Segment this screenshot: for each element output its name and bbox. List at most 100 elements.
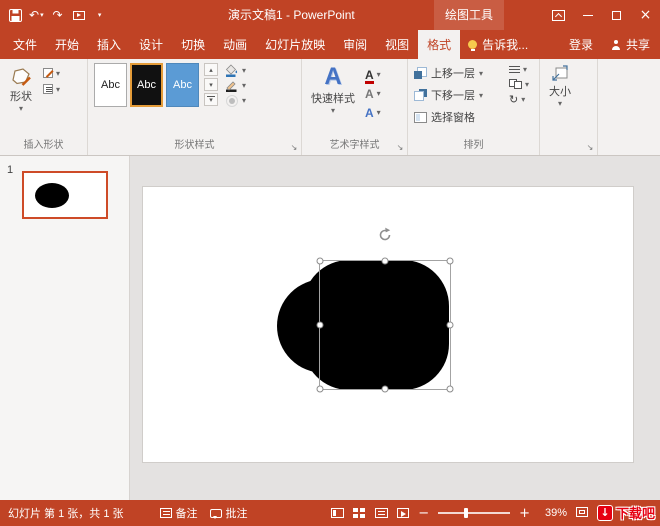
minimize-icon: [583, 15, 593, 16]
dialog-launcher-size[interactable]: ↘: [585, 143, 595, 153]
selection-pane-label: 选择窗格: [431, 109, 475, 125]
tell-me-box[interactable]: 告诉我...: [460, 30, 536, 59]
shape-style-option-black-selected[interactable]: Abc: [130, 63, 163, 107]
zoom-level[interactable]: 39%: [539, 507, 567, 519]
pencil-icon: [225, 79, 239, 93]
notes-label: 备注: [176, 505, 198, 521]
shape-fill-button[interactable]: ▾: [223, 64, 248, 77]
text-outline-button[interactable]: A▾: [363, 86, 383, 101]
paint-bucket-icon: [225, 64, 239, 78]
maximize-button[interactable]: [602, 0, 631, 30]
rotate-handle[interactable]: [377, 227, 393, 248]
gallery-down-button[interactable]: ▾: [204, 78, 218, 91]
wordart-quick-styles-button[interactable]: A 快速样式 ▾: [308, 63, 358, 139]
shape-style-option-blue[interactable]: Abc: [166, 63, 199, 107]
slideshow-icon: [73, 11, 85, 20]
resize-handle-bottom-left[interactable]: [317, 386, 324, 393]
tab-file[interactable]: 文件: [4, 30, 46, 59]
group-objects-button[interactable]: ▾: [507, 78, 531, 90]
size-content: 大小 ▾: [540, 59, 597, 139]
zoom-slider[interactable]: [438, 512, 510, 514]
text-fill-button[interactable]: A▾: [363, 67, 383, 82]
dialog-launcher-shape-styles[interactable]: ↘: [289, 143, 299, 153]
send-backward-button[interactable]: 下移一层▾: [414, 85, 502, 105]
chevron-down-icon: ▾: [56, 86, 60, 93]
zoom-in-button[interactable]: +: [519, 507, 530, 520]
chevron-down-icon: ▾: [523, 66, 527, 73]
dialog-launcher-wordart[interactable]: ↘: [395, 143, 405, 153]
slideshow-view-button[interactable]: [397, 508, 409, 518]
bring-forward-button[interactable]: 上移一层▾: [414, 63, 502, 83]
fit-slide-button[interactable]: [576, 507, 588, 520]
status-bar: 幻灯片 第 1 张，共 1 张 备注 批注 − + 39%: [0, 500, 660, 526]
chevron-down-icon: ▾: [479, 70, 483, 77]
lightbulb-icon: [468, 40, 477, 49]
selection-pane-button[interactable]: 选择窗格: [414, 107, 502, 127]
undo-icon: ↶: [29, 8, 39, 22]
notes-button[interactable]: 备注: [160, 505, 198, 521]
resize-handle-middle-left[interactable]: [317, 322, 324, 329]
size-label: 大小: [549, 83, 571, 99]
resize-handle-top-left[interactable]: [317, 258, 324, 265]
tab-animations[interactable]: 动画: [214, 30, 256, 59]
sign-in-button[interactable]: 登录: [561, 30, 601, 59]
resize-handle-bottom-right[interactable]: [447, 386, 454, 393]
tab-review[interactable]: 审阅: [334, 30, 376, 59]
resize-handle-bottom-middle[interactable]: [382, 386, 389, 393]
minimize-button[interactable]: [573, 0, 602, 30]
save-button[interactable]: [6, 4, 24, 26]
tab-insert[interactable]: 插入: [88, 30, 130, 59]
gallery-more-button[interactable]: ▾: [204, 93, 218, 106]
tab-design[interactable]: 设计: [130, 30, 172, 59]
reading-view-button[interactable]: [375, 508, 388, 518]
chevron-down-icon: ▾: [521, 96, 525, 103]
tab-format-active[interactable]: 格式: [418, 30, 460, 59]
resize-handle-middle-right[interactable]: [447, 322, 454, 329]
slide-number: 1: [7, 164, 13, 176]
slide[interactable]: [142, 186, 634, 463]
size-button[interactable]: 大小 ▾: [546, 63, 574, 139]
group-insert-shapes: 形状 ▾ ▾ ▾ 插入形状: [0, 59, 88, 155]
powerpoint-window: ↶▾ ↷ ▾ 演示文稿1 - PowerPoint 绘图工具 × 文件 开始 插…: [0, 0, 660, 526]
tab-view[interactable]: 视图: [376, 30, 418, 59]
selection-pane-icon: [414, 112, 427, 123]
ribbon-display-options-button[interactable]: [544, 0, 573, 30]
chevron-down-icon: ▾: [40, 12, 44, 18]
align-button[interactable]: ▾: [507, 64, 531, 75]
redo-button[interactable]: ↷: [49, 4, 67, 26]
shape-style-gallery: Abc Abc Abc: [94, 63, 199, 139]
ribbon-display-options-icon: [552, 10, 565, 21]
tabrow-spacer: [536, 30, 561, 59]
text-box-button[interactable]: ▾: [41, 83, 62, 95]
close-button[interactable]: ×: [631, 0, 660, 30]
resize-handle-top-right[interactable]: [447, 258, 454, 265]
resize-handle-top-middle[interactable]: [382, 258, 389, 265]
gallery-up-button[interactable]: ▴: [204, 63, 218, 76]
shapes-gallery-button[interactable]: 形状 ▾: [6, 63, 36, 139]
fit-slide-icon: [576, 507, 588, 517]
chevron-down-icon: ▾: [479, 92, 483, 99]
tab-home[interactable]: 开始: [46, 30, 88, 59]
rotate-button[interactable]: ↻▾: [507, 93, 531, 106]
text-effects-button[interactable]: A▾: [363, 105, 383, 120]
share-label: 共享: [626, 36, 650, 53]
slide-sorter-view-button[interactable]: [353, 508, 366, 519]
statusbar-right-cluster: − + 39%: [331, 507, 588, 520]
slide-thumbnail-1[interactable]: [22, 171, 108, 219]
chevron-down-icon: ▾: [558, 100, 562, 107]
shape-effects-button[interactable]: ▾: [223, 94, 248, 107]
zoom-slider-thumb[interactable]: [464, 508, 468, 518]
shape-outline-button[interactable]: ▾: [223, 79, 248, 92]
zoom-out-button[interactable]: −: [418, 507, 429, 520]
customize-qat-button[interactable]: ▾: [91, 4, 109, 26]
ribbon: 形状 ▾ ▾ ▾ 插入形状 Abc Abc Abc ▴ ▾: [0, 59, 660, 156]
start-slideshow-button[interactable]: [70, 4, 88, 26]
undo-button[interactable]: ↶▾: [27, 4, 46, 26]
tab-transitions[interactable]: 切换: [172, 30, 214, 59]
shape-style-option-white[interactable]: Abc: [94, 63, 127, 107]
comments-button[interactable]: 批注: [210, 505, 248, 521]
edit-shape-button[interactable]: ▾: [41, 67, 62, 79]
share-button[interactable]: 共享: [601, 30, 660, 59]
tab-slideshow[interactable]: 幻灯片放映: [256, 30, 334, 59]
normal-view-button[interactable]: [331, 508, 344, 518]
